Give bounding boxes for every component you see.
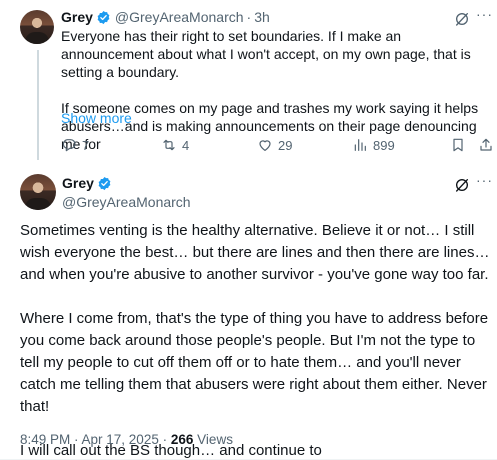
verified-badge-icon [97,10,110,24]
main-tweet-header: Grey @GreyAreaMonarch [62,174,191,210]
views-count: 266 [170,432,194,447]
avatar[interactable] [20,10,54,44]
parent-tweet-header: Grey @GreyAreaMonarch · 3h [61,9,270,25]
repost-count: 4 [182,137,190,153]
grok-icon[interactable] [454,11,470,27]
separator-dot: · [162,432,168,447]
tweet-paragraph: Where I come from, that's the type of th… [20,310,489,415]
like-button[interactable]: 29 [257,137,292,153]
tweet-time[interactable]: 3h [254,9,270,25]
thread-connector-line [37,50,39,160]
reply-count: 7 [82,137,90,153]
view-count: 899 [373,137,395,153]
bookmark-button[interactable] [450,137,471,153]
author-handle[interactable]: @GreyAreaMonarch [62,194,191,210]
parent-tweet-text: Everyone has their right to set boundari… [61,27,491,153]
views-icon [354,139,366,151]
tweet-paragraph: Everyone has their right to set boundari… [61,28,471,80]
tweet-paragraph: Sometimes venting is the healthy alterna… [20,222,490,283]
share-button[interactable] [478,137,497,153]
avatar[interactable] [20,174,56,210]
verified-badge-icon [98,176,111,190]
author-name[interactable]: Grey [61,9,93,25]
like-count: 29 [278,137,293,153]
share-icon [480,138,492,151]
more-icon[interactable]: ··· [476,172,493,188]
author-handle[interactable]: @GreyAreaMonarch [115,9,244,25]
views-button[interactable]: 899 [352,137,395,153]
views-label: Views [197,432,233,447]
repost-button[interactable]: 4 [161,137,189,153]
heart-icon [259,140,271,151]
tweet-meta: 8:49 PM · Apr 17, 2025 · 266 Views [20,432,233,447]
more-icon[interactable]: ··· [476,6,493,22]
tweet-actions-bar: 7 4 29 899 [61,137,497,155]
reply-icon [62,139,76,152]
author-name[interactable]: Grey [62,175,94,191]
separator-dot: · [246,9,252,25]
repost-icon [163,139,175,151]
parent-tweet[interactable]: Grey @GreyAreaMonarch · 3h ··· Everyone … [0,0,497,160]
show-more-link[interactable]: Show more [61,110,132,126]
grok-icon[interactable] [454,177,470,193]
bookmark-icon [453,138,463,152]
tweet-timestamp[interactable]: 8:49 PM · Apr 17, 2025 [20,432,159,447]
main-tweet-text: Sometimes venting is the healthy alterna… [20,220,492,460]
reply-button[interactable]: 7 [61,137,89,153]
